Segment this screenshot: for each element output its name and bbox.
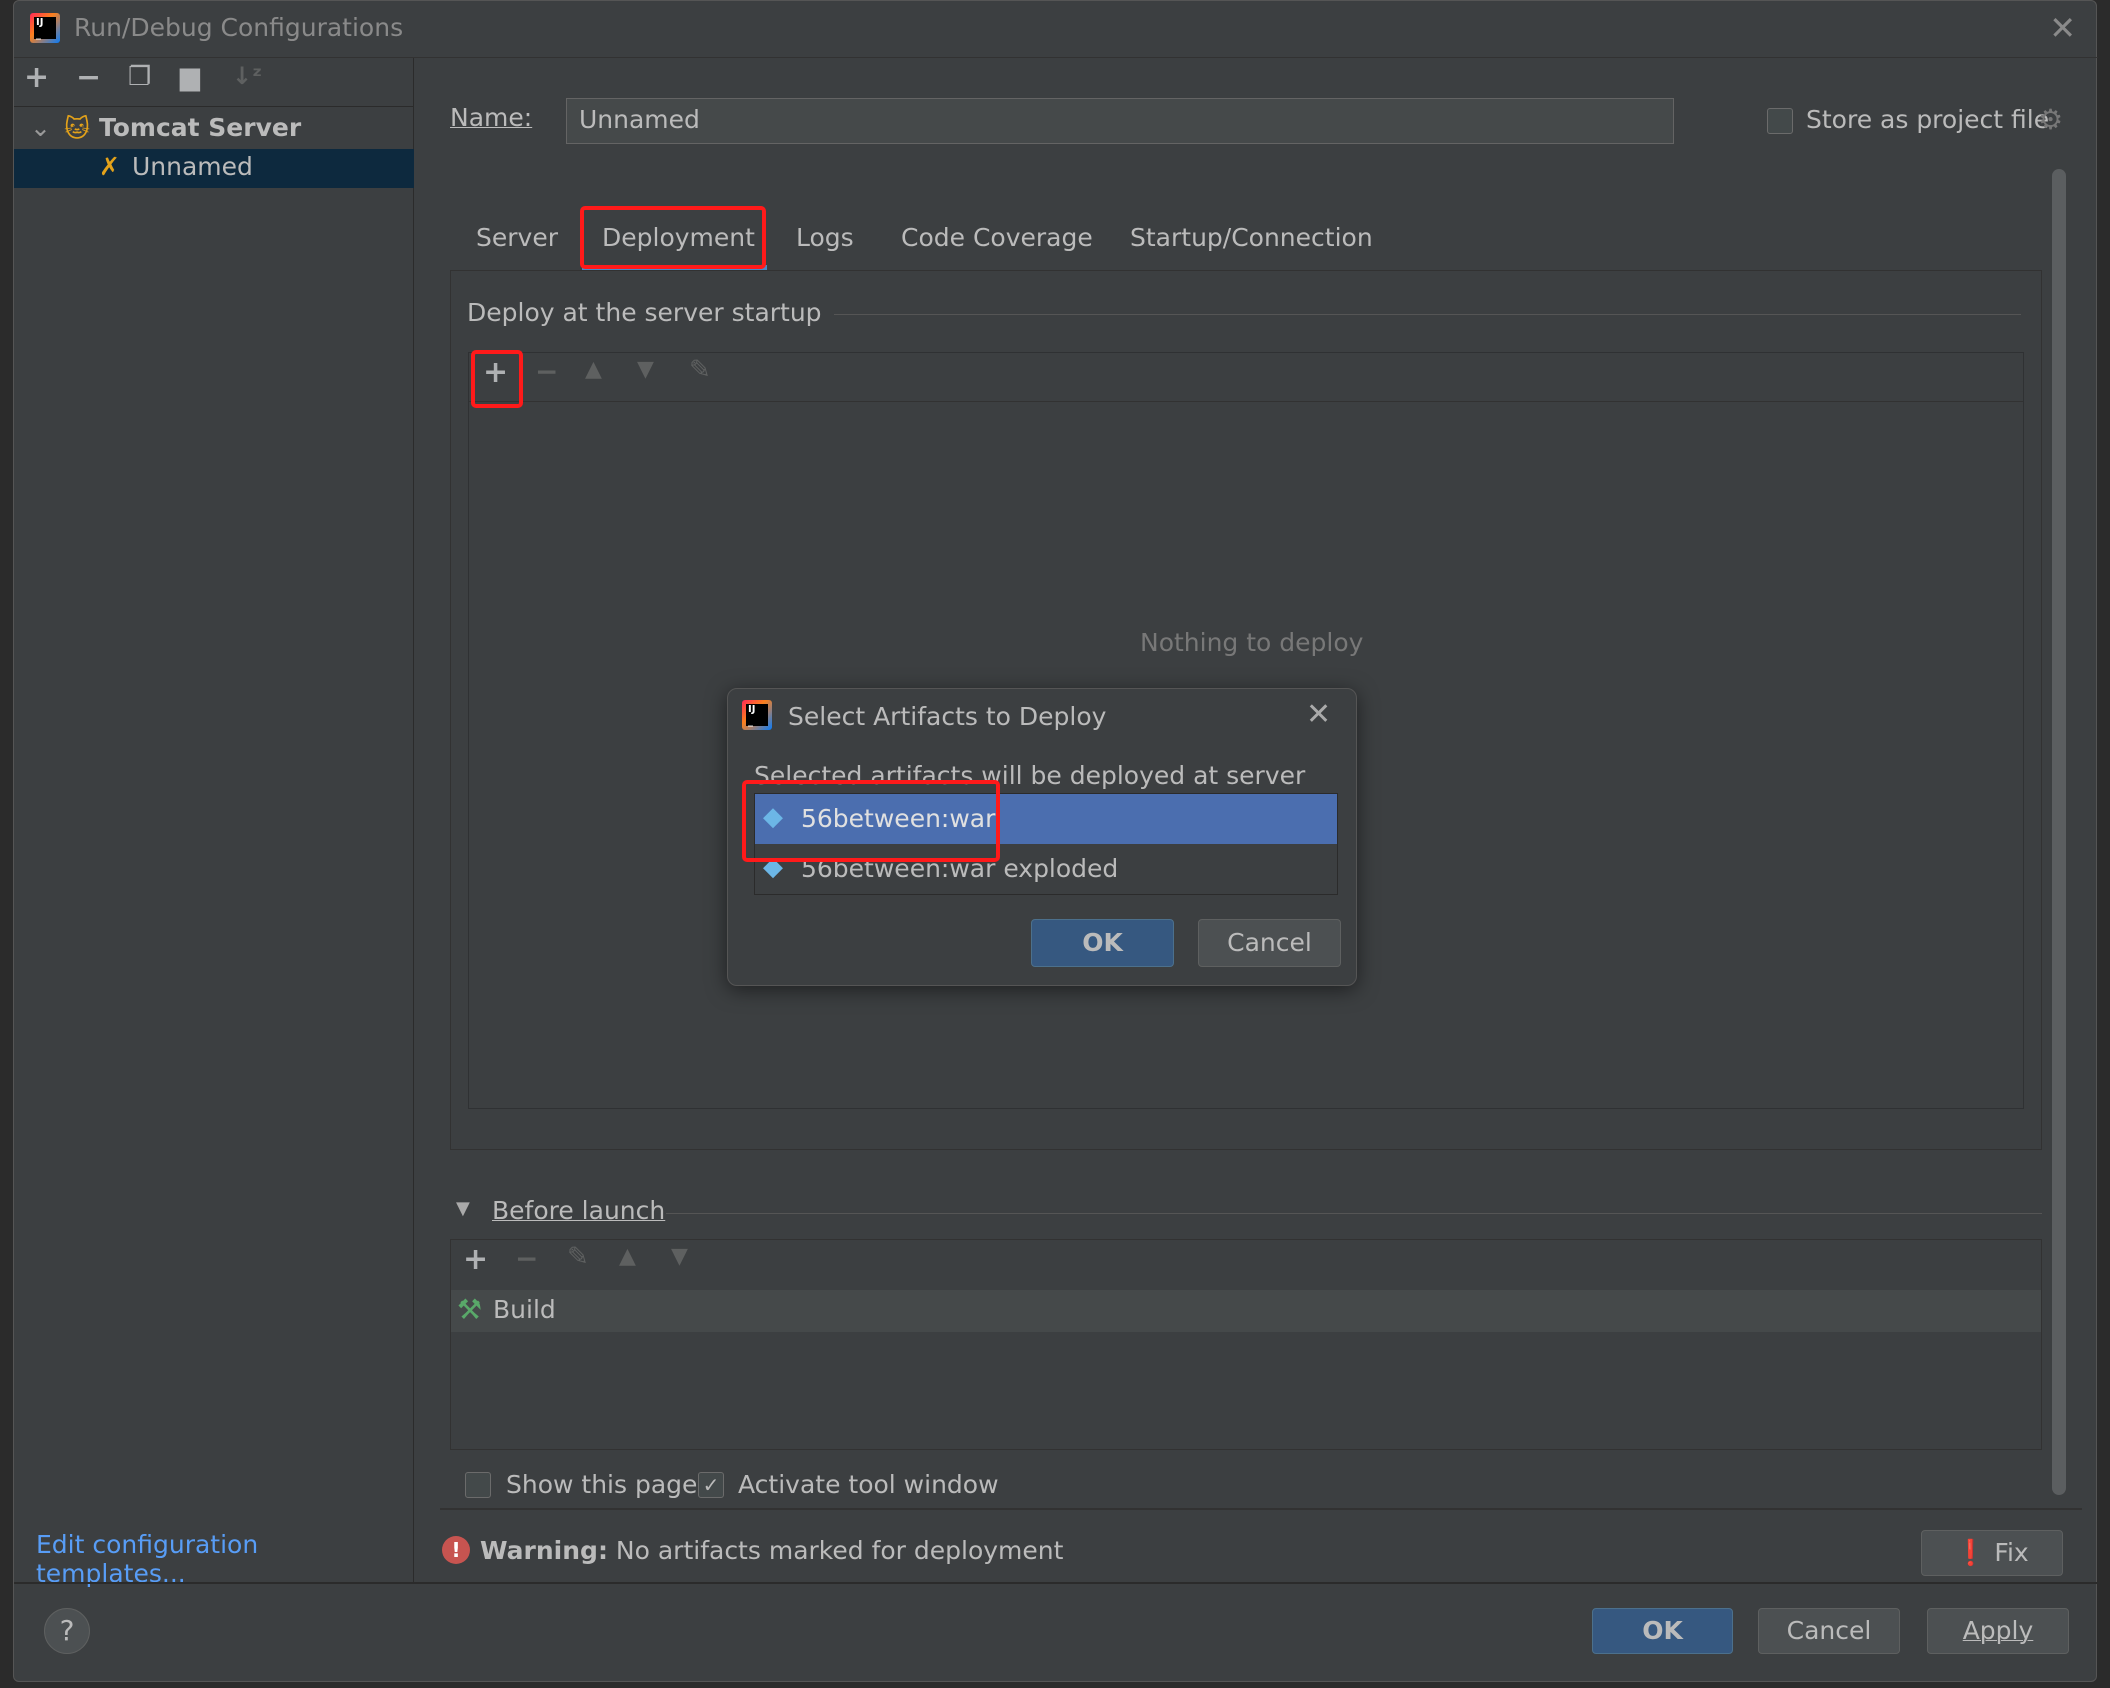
- ok-button[interactable]: OK: [1592, 1608, 1733, 1654]
- before-launch-list: + − ✎ ▲ ▼ ⚒ Build: [450, 1239, 2042, 1450]
- popup-cancel-button[interactable]: Cancel: [1198, 919, 1341, 967]
- popup-title: Select Artifacts to Deploy: [788, 702, 1107, 731]
- move-down-icon[interactable]: ▼: [637, 357, 654, 382]
- tree-group-tomcat[interactable]: Tomcat Server: [99, 113, 301, 142]
- intellij-logo-icon: IJ _: [742, 700, 772, 730]
- title-bar: IJ _ Run/Debug Configurations ✕: [14, 1, 2098, 58]
- highlight-box: [742, 780, 1000, 862]
- config-sidebar: + − ❐ ▆ ↓ᶻ ⌄ 🐱 Tomcat Server ✗ Unnamed E…: [14, 58, 414, 1588]
- show-page-label: Show this page: [506, 1470, 698, 1499]
- list-item[interactable]: ⚒ Build: [451, 1290, 2041, 1332]
- tab-server[interactable]: Server: [476, 223, 558, 252]
- warning-bold: Warning:: [480, 1536, 608, 1565]
- name-label: Name:: [450, 103, 533, 132]
- copy-icon[interactable]: ❐: [128, 62, 151, 92]
- before-launch-title[interactable]: Before launch: [492, 1196, 665, 1225]
- tab-code-coverage[interactable]: Code Coverage: [901, 223, 1093, 252]
- warning-icon: ❗: [1955, 1538, 1987, 1567]
- chevron-down-icon[interactable]: ⌄: [30, 113, 51, 142]
- plus-icon[interactable]: +: [24, 60, 49, 95]
- edit-icon[interactable]: ✎: [689, 355, 711, 385]
- tree-item-unnamed[interactable]: ✗ Unnamed: [14, 149, 414, 188]
- build-label: Build: [493, 1295, 556, 1324]
- empty-message: Nothing to deploy: [1140, 628, 1364, 657]
- activate-tool-label: Activate tool window: [738, 1470, 999, 1499]
- tree-item-label: Unnamed: [132, 152, 253, 181]
- move-up-icon[interactable]: ▲: [619, 1244, 636, 1269]
- cancel-button[interactable]: Cancel: [1758, 1608, 1900, 1654]
- popup-ok-button[interactable]: OK: [1031, 919, 1174, 967]
- gear-icon[interactable]: ⚙: [2038, 103, 2063, 136]
- minus-icon[interactable]: −: [76, 60, 101, 95]
- hammer-icon: ⚒: [457, 1293, 483, 1326]
- name-input[interactable]: Unnamed: [566, 98, 1674, 144]
- show-page-checkbox[interactable]: [465, 1472, 491, 1498]
- tab-deployment[interactable]: Deployment: [602, 223, 755, 252]
- sort-alpha-icon[interactable]: ↓ᶻ: [232, 62, 262, 90]
- tab-logs[interactable]: Logs: [796, 223, 854, 252]
- window-title: Run/Debug Configurations: [74, 13, 404, 42]
- move-down-icon[interactable]: ▼: [671, 1244, 688, 1269]
- scrollbar[interactable]: [2052, 169, 2066, 1495]
- tab-startup-connection[interactable]: Startup/Connection: [1130, 223, 1373, 252]
- warning-text: No artifacts marked for deployment: [615, 1536, 1064, 1565]
- activate-tool-checkbox[interactable]: ✓: [698, 1472, 724, 1498]
- plus-icon[interactable]: +: [463, 1242, 488, 1277]
- close-icon[interactable]: ✕: [2049, 9, 2076, 47]
- move-up-icon[interactable]: ▲: [585, 357, 602, 382]
- edit-templates-link[interactable]: Edit configuration templates...: [36, 1530, 413, 1588]
- remove-icon[interactable]: −: [535, 355, 558, 388]
- store-project-checkbox[interactable]: [1767, 108, 1793, 134]
- deploy-section-title: Deploy at the server startup: [467, 298, 834, 327]
- intellij-logo-icon: IJ _: [30, 13, 60, 43]
- apply-button[interactable]: Apply: [1927, 1608, 2069, 1654]
- store-project-label: Store as project file: [1806, 105, 2050, 134]
- collapse-icon[interactable]: ▼: [456, 1198, 470, 1219]
- fix-label: Fix: [1994, 1538, 2029, 1567]
- close-icon[interactable]: ✕: [1306, 697, 1331, 732]
- folder-add-icon[interactable]: ▆: [180, 62, 200, 92]
- tomcat-icon: 🐱: [64, 114, 91, 143]
- minus-icon[interactable]: −: [515, 1242, 538, 1275]
- fix-button[interactable]: ❗ Fix: [1921, 1530, 2063, 1576]
- edit-icon[interactable]: ✎: [567, 1242, 589, 1272]
- help-button[interactable]: ?: [44, 1608, 90, 1654]
- warning-message: Warning: No artifacts marked for deploym…: [480, 1536, 1063, 1565]
- warning-icon: !: [442, 1536, 470, 1564]
- select-artifacts-popup: IJ _ Select Artifacts to Deploy ✕ Selecte…: [727, 688, 1357, 986]
- tomcat-error-icon: ✗: [99, 152, 120, 181]
- add-artifact-button[interactable]: +: [483, 355, 508, 390]
